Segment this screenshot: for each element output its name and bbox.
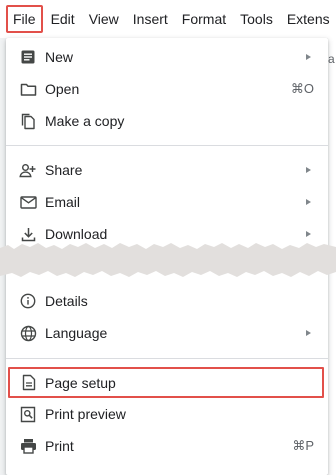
print-preview-icon xyxy=(19,405,37,423)
menu-item-print[interactable]: Print ⌘P xyxy=(6,430,328,462)
menu-format[interactable]: Format xyxy=(175,5,233,33)
submenu-arrow-icon xyxy=(306,330,311,336)
torn-edge-divider xyxy=(0,238,336,282)
menu-item-make-a-copy[interactable]: Make a copy xyxy=(6,105,328,137)
menu-extensions[interactable]: Extens xyxy=(280,5,336,33)
menu-file[interactable]: File xyxy=(6,5,43,33)
toolbar-fragment: a xyxy=(328,52,335,66)
menu-item-label: Make a copy xyxy=(45,113,125,129)
menu-item-label: Print preview xyxy=(45,406,126,422)
menu-item-label: Print xyxy=(45,438,74,454)
document-icon xyxy=(19,48,37,66)
printer-icon xyxy=(19,437,37,455)
page-icon xyxy=(20,374,38,392)
info-icon xyxy=(19,292,37,310)
submenu-arrow-icon xyxy=(306,54,311,60)
menu-item-label: Details xyxy=(45,293,88,309)
menu-separator xyxy=(6,145,328,146)
menu-item-label: Page setup xyxy=(45,374,116,391)
menu-view[interactable]: View xyxy=(82,5,126,33)
menu-item-language[interactable]: Language xyxy=(6,317,328,349)
email-icon xyxy=(19,193,37,211)
shortcut-label: ⌘P xyxy=(292,438,314,453)
menu-item-page-setup[interactable]: Page setup xyxy=(7,366,325,399)
menu-edit[interactable]: Edit xyxy=(44,5,82,33)
menu-item-share[interactable]: Share xyxy=(6,154,328,186)
menu-insert[interactable]: Insert xyxy=(126,5,175,33)
menu-item-label: Email xyxy=(45,194,81,210)
menu-item-open[interactable]: Open ⌘O xyxy=(6,73,328,105)
menu-item-label: New xyxy=(45,49,74,65)
shortcut-label: ⌘O xyxy=(290,81,314,96)
menu-item-label: Language xyxy=(45,325,108,341)
menu-item-new[interactable]: New xyxy=(6,41,328,73)
share-person-icon xyxy=(19,161,37,179)
menu-item-details[interactable]: Details xyxy=(6,285,328,317)
menu-item-label: Share xyxy=(45,162,83,178)
submenu-arrow-icon xyxy=(306,167,311,173)
submenu-arrow-icon xyxy=(306,231,311,237)
globe-icon xyxy=(19,324,37,342)
menu-separator xyxy=(6,358,328,359)
menu-tools[interactable]: Tools xyxy=(233,5,280,33)
menu-item-label: Open xyxy=(45,81,80,97)
menu-item-print-preview[interactable]: Print preview xyxy=(6,398,328,430)
submenu-arrow-icon xyxy=(306,199,311,205)
copy-icon xyxy=(19,112,37,130)
menu-item-email[interactable]: Email xyxy=(6,186,328,218)
folder-icon xyxy=(19,80,37,98)
menu-bar: File Edit View Insert Format Tools Exten… xyxy=(0,0,336,38)
